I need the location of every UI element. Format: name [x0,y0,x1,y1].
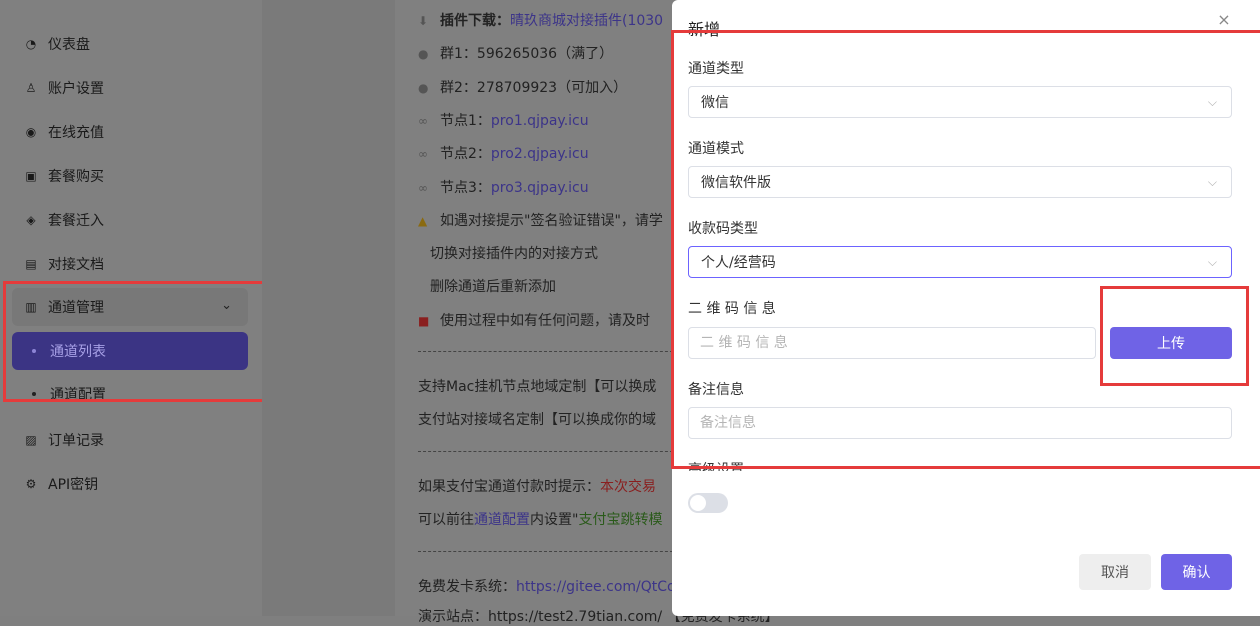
sidebar-item-account-settings[interactable]: ♙ 账户设置 [24,78,104,98]
user-settings-icon: ♙ [25,81,37,95]
tip1-line: 切换对接插件内的对接方式 [430,243,598,263]
link-icon: ∞ [418,147,428,161]
link-icon: ∞ [418,181,428,195]
chat-icon: ● [418,47,429,61]
goto-text: 可以前往 [418,512,474,528]
package-buy-icon: ▣ [25,169,37,183]
mac-text: 支持Mac挂机节点地域定制【可以换成 [418,379,657,395]
goto-line: 可以前往通道配置内设置"支付宝跳转模 [418,509,662,529]
group1-text: 群1：596265036（满了） [440,46,614,62]
alipay-error-text: 本次交易 [600,479,656,495]
divider [418,351,678,352]
bookmark-icon: ■ [418,314,430,328]
sidebar-item-label: 对接文档 [48,257,104,273]
divider [418,451,678,452]
alipay-text: 如果支付宝通道付款时提示： [418,479,600,495]
free-link[interactable]: https://gitee.com/QtCo [516,579,676,595]
divider [418,551,678,552]
warning-icon: ▲ [418,214,428,228]
node2-line: ∞ 节点2：pro2.qjpay.icu [418,143,589,163]
sidebar-item-label: 在线充值 [48,125,104,141]
sidebar-item-label: 仪表盘 [48,37,90,53]
group2-text: 群2：278709923（可加入） [440,80,628,96]
node1-label: 节点1： [440,113,491,129]
node3-link[interactable]: pro3.qjpay.icu [491,180,589,196]
document-icon: ▤ [25,257,37,271]
chat-icon: ● [418,81,429,95]
order-icon: ▨ [25,433,37,447]
confirm-button[interactable]: 确认 [1161,554,1232,590]
sidebar-item-orders[interactable]: ▨ 订单记录 [24,430,104,450]
group1-line: ● 群1：596265036（满了） [418,43,613,63]
goto-setting-text: 支付宝跳转模 [578,512,663,528]
warning-line: ▲ 如遇对接提示"签名验证错误"，请学 [418,210,663,230]
toggle-knob [690,495,706,511]
sidebar-item-docs[interactable]: ▤ 对接文档 [24,254,104,274]
sidebar-item-api-key[interactable]: ⚙ API密钥 [24,474,99,494]
sidebar-item-package-buy[interactable]: ▣ 套餐购买 [24,166,104,186]
plugin-download-line: ⬇ 插件下载：晴玖商城对接插件(1030 [418,10,663,30]
tip2-line: 删除通道后重新添加 [430,276,556,296]
highlight-box-sidebar [3,281,291,402]
tip1-text: 切换对接插件内的对接方式 [430,246,598,262]
tip3-text: 使用过程中如有任何问题，请及时 [440,313,650,329]
sidebar-item-label: 套餐购买 [48,169,104,185]
package-migrate-icon: ◈ [26,213,36,227]
tip3-line: ■ 使用过程中如有任何问题，请及时 [418,310,650,330]
close-icon[interactable]: × [1216,12,1232,28]
sidebar-item-package-migrate[interactable]: ◈ 套餐迁入 [24,210,104,230]
mac-line: 支持Mac挂机节点地域定制【可以换成 [418,376,656,396]
sidebar-item-label: API密钥 [48,477,99,493]
sidebar-item-label: 订单记录 [48,433,104,449]
plugin-link[interactable]: 晴玖商城对接插件(1030 [510,13,663,29]
recharge-icon: ◉ [25,125,37,139]
group2-line: ● 群2：278709923（可加入） [418,77,627,97]
highlight-box-upload [1100,286,1249,386]
node1-link[interactable]: pro1.qjpay.icu [491,113,589,129]
plugin-label: 插件下载： [440,13,510,29]
node2-link[interactable]: pro2.qjpay.icu [491,146,589,162]
sidebar-item-dashboard[interactable]: ◔ 仪表盘 [24,34,90,54]
node3-label: 节点3： [440,180,491,196]
channel-config-link[interactable]: 通道配置 [474,512,530,528]
sidebar-item-label: 账户设置 [48,81,104,97]
link-icon: ∞ [418,114,428,128]
dashboard-icon: ◔ [25,37,37,51]
alipay-line: 如果支付宝通道付款时提示：本次交易 [418,476,656,496]
warning-text: 如遇对接提示"签名验证错误"，请学 [440,213,663,229]
cancel-button[interactable]: 取消 [1079,554,1151,590]
key-icon: ⚙ [25,477,37,491]
node3-line: ∞ 节点3：pro3.qjpay.icu [418,177,589,197]
sidebar-item-recharge[interactable]: ◉ 在线充值 [24,122,104,142]
highlight-box-form [671,30,1260,469]
node2-label: 节点2： [440,146,491,162]
node1-line: ∞ 节点1：pro1.qjpay.icu [418,110,589,130]
goto-mid-text: 内设置" [530,512,579,528]
download-icon: ⬇ [418,14,429,28]
advanced-toggle[interactable] [688,493,728,513]
sidebar-item-label: 套餐迁入 [48,213,104,229]
free-line: 免费发卡系统：https://gitee.com/QtCo [418,576,676,596]
domain-line: 支付站对接域名定制【可以换成你的域 [418,409,656,429]
tip2-text: 删除通道后重新添加 [430,279,556,295]
domain-text: 支付站对接域名定制【可以换成你的域 [418,412,656,428]
free-label: 免费发卡系统： [418,579,516,595]
